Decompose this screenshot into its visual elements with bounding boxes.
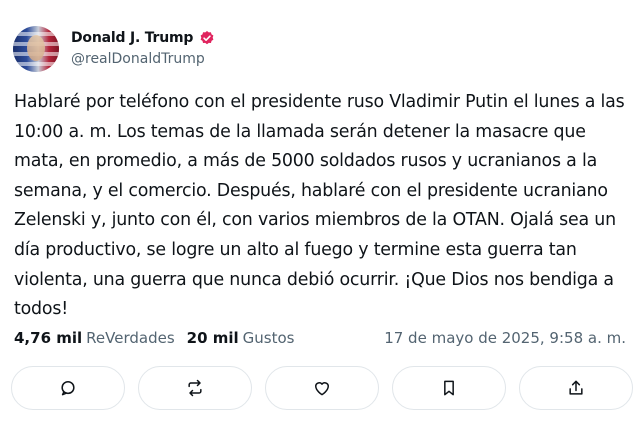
- author-name[interactable]: Donald J. Trump: [71, 30, 193, 46]
- likes-label: Gustos: [242, 329, 295, 347]
- repost-button[interactable]: [138, 366, 252, 410]
- share-button[interactable]: [519, 366, 633, 410]
- tweet-text: Hablaré por teléfono con el presidente r…: [14, 92, 625, 320]
- avatar[interactable]: [13, 26, 59, 72]
- timestamp[interactable]: 17 de mayo de 2025, 9:58 a. m.: [384, 329, 626, 347]
- tweet-stats: 4,76 mil ReVerdades 20 mil Gustos 17 de ma…: [14, 329, 626, 347]
- likes-count: 20 mil: [186, 329, 239, 347]
- like-icon: [315, 382, 329, 396]
- bookmark-icon: [444, 380, 454, 396]
- author-name-row: Donald J. Trump: [71, 30, 215, 46]
- action-bar: [11, 366, 633, 410]
- like-button[interactable]: [265, 366, 379, 410]
- reposts-label: ReVerdades: [86, 329, 175, 347]
- verified-badge-icon: [199, 30, 215, 46]
- repost-icon: [188, 379, 202, 397]
- reply-icon: [61, 381, 75, 396]
- share-icon: [569, 380, 583, 395]
- reposts-count: 4,76 mil: [14, 329, 83, 347]
- author-handle[interactable]: @realDonaldTrump: [71, 51, 205, 67]
- reposts-stat[interactable]: 4,76 mil ReVerdades: [14, 329, 175, 347]
- likes-stat[interactable]: 20 mil Gustos: [187, 329, 295, 347]
- bookmark-button[interactable]: [392, 366, 506, 410]
- reply-button[interactable]: [11, 366, 125, 410]
